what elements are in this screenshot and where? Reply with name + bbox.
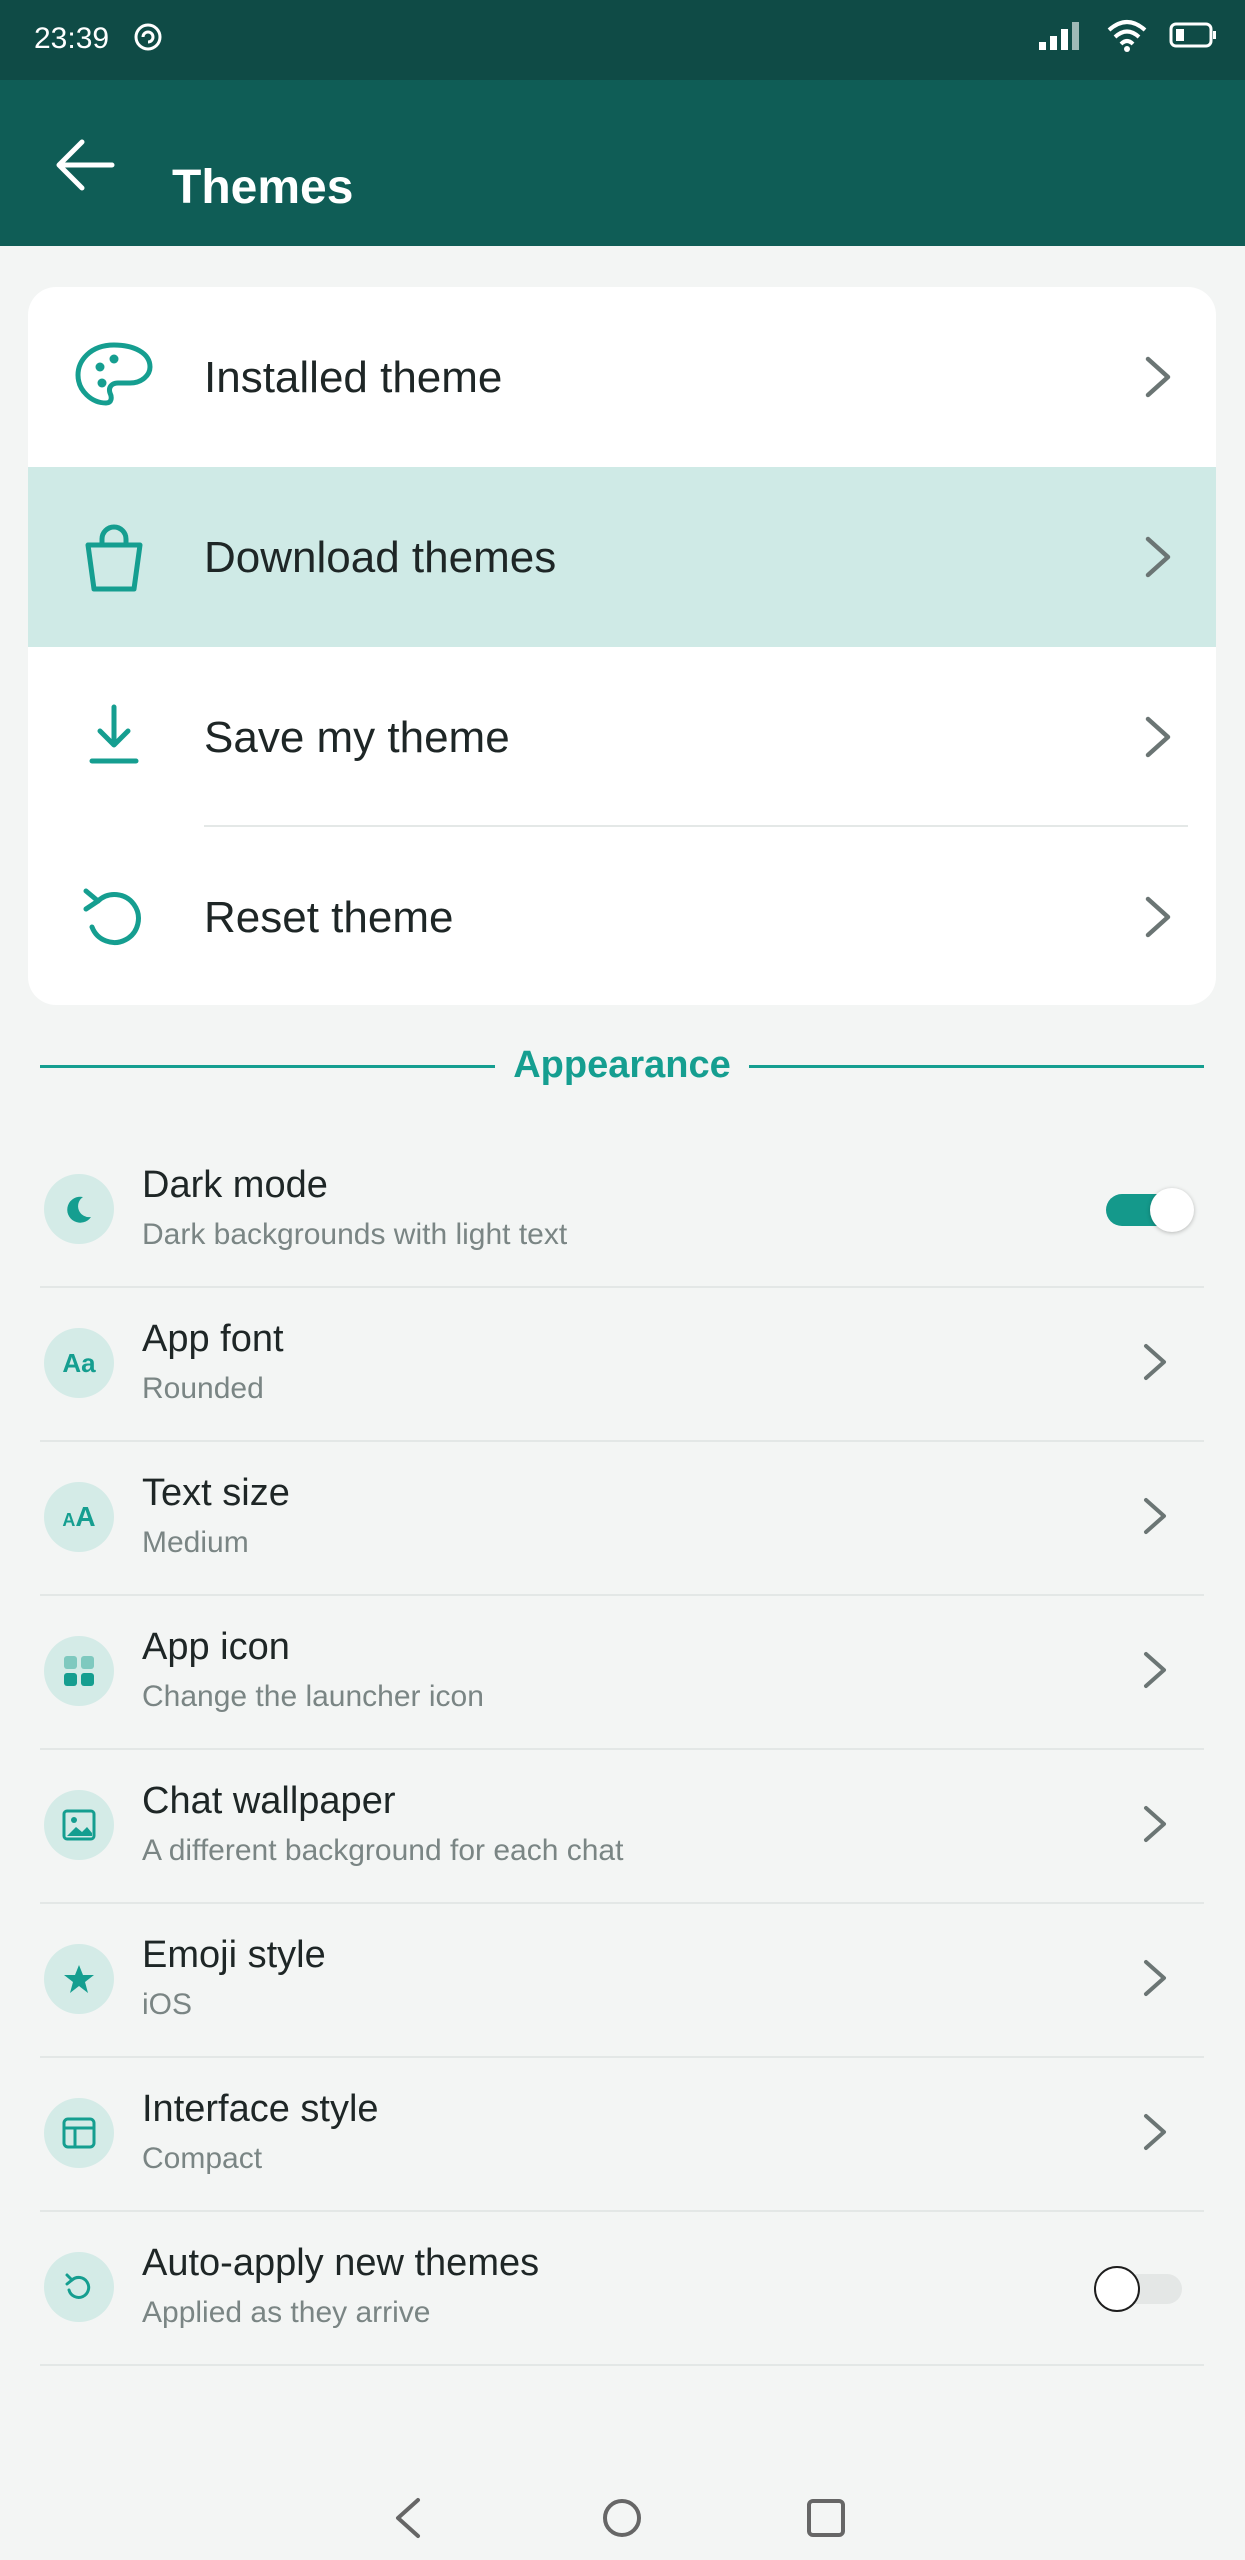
menu-item-label: Installed theme [204,353,503,402]
menu-item-download-themes[interactable]: Download themes [28,467,1216,647]
setting-subtitle: Rounded [142,1372,264,1405]
setting-title: Interface style [142,2088,379,2130]
status-icons [1039,18,1217,52]
setting-app-font[interactable]: Aa App font Rounded [40,1286,1204,1442]
setting-subtitle: Applied as they arrive [142,2296,431,2329]
battery-icon [1169,22,1216,48]
setting-title: Text size [142,1472,290,1514]
page-title: Themes [172,161,354,214]
star-icon [44,1944,114,2014]
setting-app-icon[interactable]: App icon Change the launcher icon [40,1594,1204,1750]
chevron-right-icon [1144,1498,1166,1534]
nav-back-icon[interactable] [378,2488,438,2548]
grid-icon [44,1636,114,1706]
back-arrow-icon[interactable] [52,132,118,198]
chevron-right-icon [1145,716,1171,758]
setting-title: App font [142,1318,284,1360]
font-icon: Aa [44,1328,114,1398]
appearance-section-header: Appearance [40,1036,1204,1096]
setting-subtitle: Dark backgrounds with light text [142,1218,568,1251]
palette-icon [75,342,153,406]
toggle-knob [1094,2266,1140,2312]
setting-interface-style[interactable]: Interface style Compact [40,2056,1204,2212]
signal-icon [1039,22,1079,50]
download-icon [89,704,139,764]
menu-item-reset-theme[interactable]: Reset theme [28,827,1216,1005]
auto-apply-toggle[interactable] [1094,2266,1184,2312]
setting-auto-apply[interactable]: Auto-apply new themes Applied as they ar… [40,2210,1204,2366]
system-nav-bar [0,2480,1245,2560]
chevron-right-icon [1144,1652,1166,1688]
setting-subtitle: iOS [142,1988,193,2021]
chevron-right-icon [1145,536,1171,578]
nav-recents-icon[interactable] [796,2488,856,2548]
wifi-icon [1107,20,1147,52]
text-size-icon: AA [44,1482,114,1552]
setting-chat-wallpaper[interactable]: Chat wallpaper A different background fo… [40,1748,1204,1904]
text-size-large-glyph: A [75,1501,96,1532]
chevron-right-icon [1144,1344,1166,1380]
setting-subtitle: Medium [142,1526,249,1559]
menu-item-save-my-theme[interactable]: Save my theme [28,647,1216,827]
moon-icon [44,1174,114,1244]
setting-subtitle: Compact [142,2142,263,2175]
setting-title: Chat wallpaper [142,1780,396,1822]
sync-status-icon [134,23,162,51]
setting-title: App icon [142,1626,290,1668]
setting-dark-mode[interactable]: Dark mode Dark backgrounds with light te… [40,1132,1204,1288]
menu-item-label: Reset theme [204,893,454,942]
reset-icon [83,888,141,945]
toggle-knob [1150,1188,1194,1232]
chevron-right-icon [1145,356,1171,398]
status-time: 23:39 [34,22,110,55]
layout-icon [44,2098,114,2168]
chevron-right-icon [1144,1960,1166,1996]
setting-title: Emoji style [142,1934,326,1976]
setting-title: Dark mode [142,1164,328,1206]
setting-subtitle: Change the launcher icon [142,1680,484,1713]
dark-mode-toggle[interactable] [1106,1188,1194,1232]
text-size-glyph: AA [62,1501,95,1533]
status-bar: 23:39 [0,0,1245,80]
themes-menu-card: Installed theme Download themes Save my … [28,287,1216,1005]
shopping-bag-icon [85,524,143,592]
chevron-right-icon [1144,1806,1166,1842]
menu-item-label: Download themes [204,533,557,582]
chevron-right-icon [1144,2114,1166,2150]
setting-title: Auto-apply new themes [142,2242,540,2284]
section-title: Appearance [513,1044,731,1086]
app-bar: Themes [0,80,1245,246]
refresh-icon [44,2252,114,2322]
text-size-small-glyph: A [62,1510,76,1530]
nav-home-icon[interactable] [592,2488,652,2548]
font-icon-glyph: Aa [62,1347,96,1378]
setting-emoji-style[interactable]: Emoji style iOS [40,1902,1204,2058]
setting-subtitle: A different background for each chat [142,1834,624,1867]
setting-text-size[interactable]: AA Text size Medium [40,1440,1204,1596]
menu-item-label: Save my theme [204,713,510,762]
image-icon [44,1790,114,1860]
chevron-right-icon [1145,896,1171,938]
menu-item-installed-theme[interactable]: Installed theme [28,287,1216,467]
